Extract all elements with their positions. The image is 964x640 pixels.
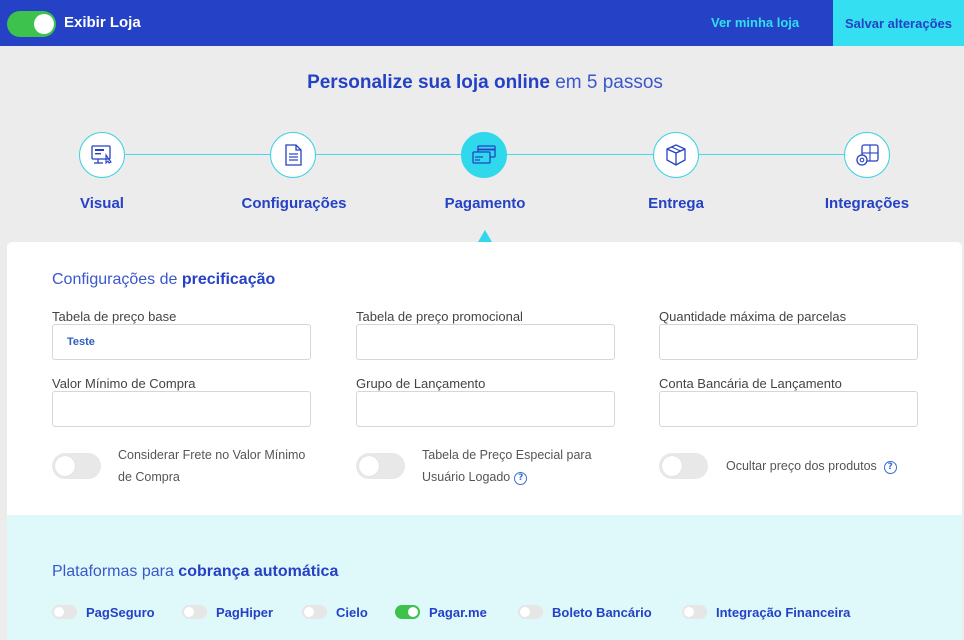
toggle-knob — [520, 607, 530, 617]
toggle-knob — [54, 607, 64, 617]
min-purchase-label: Valor Mínimo de Compra — [52, 376, 196, 391]
top-bar: Exibir Loja Ver minha loja Salvar altera… — [0, 0, 964, 46]
step-pagamento-button[interactable] — [461, 132, 507, 178]
toggle-knob — [55, 456, 75, 476]
page-title-bold: Personalize sua loja online — [307, 72, 550, 93]
toggle-knob — [34, 14, 54, 34]
launch-group-input[interactable] — [356, 391, 615, 427]
freight-min-value-line1: Considerar Frete no Valor Mínimo — [118, 448, 306, 462]
toggle-knob — [304, 607, 314, 617]
step-visual-label[interactable]: Visual — [22, 195, 182, 212]
platform-label: Integração Financeira — [716, 604, 851, 620]
base-price-table-input[interactable] — [52, 324, 311, 360]
step-entrega-button[interactable] — [653, 132, 699, 178]
hide-prices-toggle[interactable] — [659, 453, 708, 479]
platforms-section-title: Plataformas para cobrança automática — [52, 563, 338, 581]
pricing-section-title: Configurações de precificação — [52, 271, 275, 289]
platform-label: Boleto Bancário — [552, 604, 652, 620]
max-installments-input[interactable] — [659, 324, 918, 360]
freight-min-value-toggle[interactable] — [52, 453, 101, 479]
toggle-knob — [184, 607, 194, 617]
card-payment-icon — [472, 145, 496, 164]
max-installments-label: Quantidade máxima de parcelas — [659, 309, 847, 324]
platform-label: PagHiper — [216, 604, 274, 620]
promo-price-table-label: Tabela de preço promocional — [356, 309, 523, 324]
platform-toggle[interactable] — [682, 605, 707, 619]
page-title: Personalize sua loja online em 5 passos — [0, 72, 964, 94]
pricing-title-light: Configurações de — [52, 271, 178, 288]
save-changes-button[interactable]: Salvar alterações — [833, 0, 964, 46]
promo-price-table-input[interactable] — [356, 324, 615, 360]
platform-cielo[interactable]: Cielo — [302, 604, 368, 620]
pricing-title-bold: precificação — [181, 271, 276, 288]
min-purchase-input[interactable] — [52, 391, 311, 427]
help-icon[interactable]: ? — [883, 461, 897, 474]
bank-account-label: Conta Bancária de Lançamento — [659, 376, 842, 391]
show-store-label: Exibir Loja — [64, 14, 141, 31]
platform-label: Pagar.me — [429, 604, 487, 620]
step-pagamento-label[interactable]: Pagamento — [405, 195, 565, 212]
platform-label: Cielo — [336, 604, 368, 620]
step-configuracoes-button[interactable] — [270, 132, 316, 178]
platform-pagarme[interactable]: Pagar.me — [395, 604, 487, 620]
platform-label: PagSeguro — [86, 604, 155, 620]
step-entrega-label[interactable]: Entrega — [596, 195, 756, 212]
platforms-title-bold: cobrança automática — [178, 563, 339, 580]
help-icon[interactable]: ? — [514, 472, 528, 485]
special-price-logged-text: Tabela de Preço Especial para Usuário Lo… — [422, 444, 592, 488]
active-step-pointer — [478, 230, 492, 242]
special-price-logged-line2: Usuário Logado — [422, 470, 511, 484]
platforms-title-light: Plataformas para — [52, 563, 174, 580]
step-visual-button[interactable] — [79, 132, 125, 178]
platform-paghiper[interactable]: PagHiper — [182, 604, 273, 620]
special-price-logged-toggle[interactable] — [356, 453, 405, 479]
toggle-knob — [684, 607, 694, 617]
freight-min-value-line2: de Compra — [118, 470, 180, 484]
platform-integracao-financeira[interactable]: Integração Financeira — [682, 604, 850, 620]
hide-prices-label: Ocultar preço dos produtos — [726, 459, 877, 473]
toggle-knob — [662, 456, 682, 476]
step-integracoes-button[interactable] — [844, 132, 890, 178]
platform-toggle[interactable] — [52, 605, 77, 619]
page-title-light: em 5 passos — [555, 72, 663, 93]
show-store-toggle[interactable] — [7, 11, 56, 37]
platform-toggle[interactable] — [518, 605, 543, 619]
hide-prices-text: Ocultar preço dos produtos? — [726, 455, 897, 477]
launch-group-label: Grupo de Lançamento — [356, 376, 486, 391]
package-box-icon — [666, 144, 686, 166]
platform-pagseguro[interactable]: PagSeguro — [52, 604, 155, 620]
document-icon — [285, 144, 302, 166]
bank-account-input[interactable] — [659, 391, 918, 427]
toggle-knob — [408, 607, 418, 617]
platform-boleto[interactable]: Boleto Bancário — [518, 604, 652, 620]
platform-toggle[interactable] — [302, 605, 327, 619]
view-store-link[interactable]: Ver minha loja — [711, 15, 799, 30]
step-integracoes-label[interactable]: Integrações — [787, 195, 947, 212]
base-price-table-label: Tabela de preço base — [52, 309, 177, 324]
monitor-icon — [91, 145, 112, 165]
platform-toggle[interactable] — [182, 605, 207, 619]
special-price-logged-line1: Tabela de Preço Especial para — [422, 448, 592, 462]
puzzle-gear-icon — [856, 144, 879, 166]
toggle-knob — [359, 456, 379, 476]
step-configuracoes-label[interactable]: Configurações — [214, 195, 374, 212]
freight-min-value-text: Considerar Frete no Valor Mínimo de Comp… — [118, 444, 305, 488]
platform-toggle[interactable] — [395, 605, 420, 619]
